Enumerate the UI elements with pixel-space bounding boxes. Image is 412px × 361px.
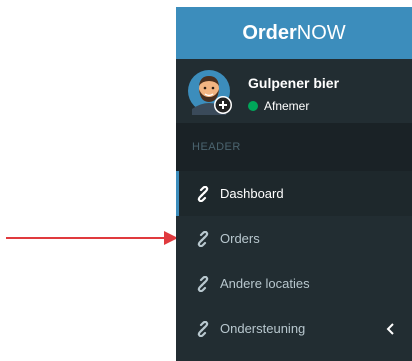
online-status-dot (248, 101, 258, 111)
avatar (188, 70, 232, 115)
menu-item-label: Ondersteuning (220, 321, 306, 336)
menu-item-label: Orders (220, 231, 260, 246)
brand-logo-light: NOW (296, 21, 346, 44)
add-avatar-icon (214, 96, 232, 114)
menu-item-orders[interactable]: Orders (176, 216, 412, 261)
link-icon (194, 230, 212, 248)
brand-logo[interactable]: Order NOW (176, 7, 412, 59)
brand-logo-strong: Order (242, 21, 297, 44)
chevron-left-icon[interactable] (386, 322, 396, 335)
menu-item-label: Andere locaties (220, 276, 310, 291)
link-icon (194, 185, 212, 203)
menu-item-label: Dashboard (220, 186, 284, 201)
menu-header: HEADER (176, 123, 412, 171)
menu-item-ondersteuning[interactable]: Ondersteuning (176, 306, 412, 351)
link-icon (194, 320, 212, 338)
user-panel: Gulpener bier Afnemer (176, 59, 412, 123)
menu-item-andere-locaties[interactable]: Andere locaties (176, 261, 412, 306)
user-name: Gulpener bier (248, 75, 340, 91)
menu-item-dashboard[interactable]: Dashboard (176, 171, 412, 216)
user-status: Afnemer (248, 99, 309, 113)
sidebar: Order NOW Gulpener bier Afnemer HEADER D… (176, 7, 412, 361)
annotation-arrow (6, 231, 178, 245)
user-role: Afnemer (264, 99, 310, 113)
link-icon (194, 275, 212, 293)
